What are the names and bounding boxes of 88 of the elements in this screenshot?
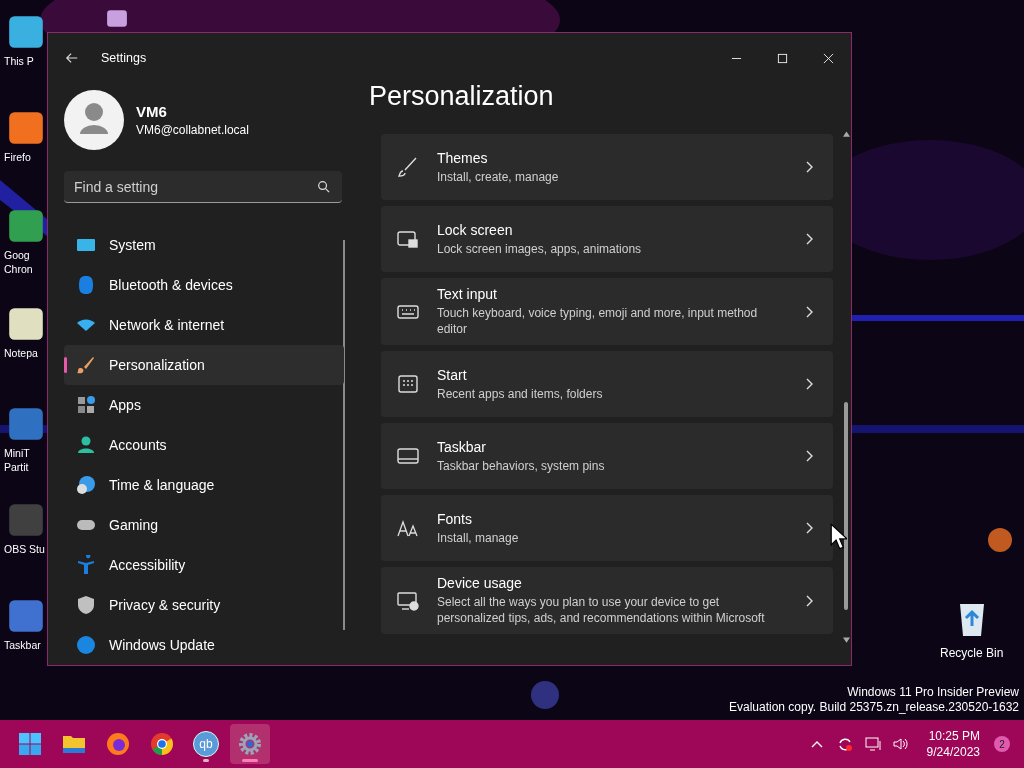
- settings-card[interactable]: Fonts Install, manage: [381, 495, 833, 561]
- card-subtitle: Install, create, manage: [437, 168, 560, 185]
- chevron-right-icon: [805, 594, 813, 607]
- nav-item[interactable]: System: [64, 225, 344, 265]
- card-title: Start: [437, 366, 468, 383]
- nav-icon: [76, 355, 96, 375]
- chevron-right-icon: [805, 450, 813, 462]
- browser-icon: [150, 732, 174, 756]
- nav-icon: [76, 595, 96, 615]
- search-icon[interactable]: [317, 180, 330, 193]
- nav-icon: [76, 635, 96, 655]
- nav-item[interactable]: Network & internet: [64, 305, 344, 345]
- clock-time[interactable]: 10:25 PM: [928, 728, 980, 744]
- windows-logo-icon: [18, 732, 42, 756]
- clock-date[interactable]: 9/24/2023: [926, 744, 980, 760]
- scroll-up-arrow-icon[interactable]: [842, 131, 850, 137]
- settings-card[interactable]: Themes Install, create, manage: [381, 134, 833, 200]
- nav-item[interactable]: Accessibility: [64, 545, 344, 585]
- card-subtitle: Select all the ways you plan to use your device to get personalized tips, ads, and recommendations within Microsoft: [437, 594, 766, 626]
- avatar-icon[interactable]: [64, 90, 124, 150]
- card-icon: [397, 156, 419, 178]
- card-title: Device usage: [437, 575, 523, 591]
- nav-icon: [76, 555, 96, 575]
- chevron-right-icon: [805, 522, 813, 534]
- volume-icon[interactable]: [892, 736, 909, 752]
- icon-label: Notepa: [3, 346, 38, 360]
- chevron-right-icon: [805, 305, 813, 318]
- chevron-right-icon: [805, 161, 813, 173]
- nav-item[interactable]: Apps: [64, 385, 344, 425]
- back-arrow-icon[interactable]: [65, 51, 79, 65]
- nav-item[interactable]: Privacy & security: [64, 585, 344, 625]
- card-title: Text input: [437, 286, 498, 302]
- nav-item[interactable]: Windows Update: [64, 625, 344, 665]
- taskbar-app[interactable]: [230, 724, 270, 764]
- icon-label: OBS Stu: [3, 542, 45, 556]
- card-subtitle: Recent apps and items, folders: [437, 385, 604, 402]
- notification-badge[interactable]: 2: [994, 736, 1010, 752]
- network-icon[interactable]: [864, 736, 881, 752]
- nav-item[interactable]: Gaming: [64, 505, 344, 545]
- card-title: Lock screen: [437, 221, 514, 238]
- nav-icon: [76, 275, 96, 295]
- icon-label: Firefo: [3, 150, 31, 164]
- settings-card[interactable]: Text input Touch keyboard, voice typing, emoji and more, input method editor: [381, 278, 833, 345]
- app-icon: qb: [193, 731, 219, 757]
- icon-label: This P: [3, 54, 34, 68]
- chevron-right-icon: [805, 378, 813, 390]
- icon-label: Taskbar: [3, 638, 41, 652]
- window-title: Settings: [101, 51, 147, 65]
- settings-card[interactable]: Lock screen Lock screen images, apps, animations: [381, 206, 833, 272]
- nav-item[interactable]: Time & language: [64, 465, 344, 505]
- close-icon[interactable]: [823, 52, 834, 64]
- nav-icon: [76, 395, 96, 415]
- gear-icon: [238, 732, 262, 756]
- card-icon: [397, 373, 419, 395]
- chevron-right-icon: [805, 233, 813, 245]
- nav-item[interactable]: Bluetooth & devices: [64, 265, 344, 305]
- scroll-down-arrow-icon[interactable]: [842, 637, 850, 643]
- nav-icon: [76, 435, 96, 455]
- card-title: Taskbar: [437, 438, 488, 455]
- icon-label: Goog: [3, 248, 30, 262]
- icon-label: Recycle Bin: [940, 646, 1004, 660]
- card-subtitle: Install, manage: [437, 529, 520, 546]
- search-field[interactable]: Find a setting: [64, 171, 342, 203]
- user-email: VM6@collabnet.local: [136, 123, 249, 137]
- icon-label: MiniT: [3, 446, 30, 460]
- card-title: Fonts: [437, 510, 473, 527]
- settings-card[interactable]: Start Recent apps and items, folders: [381, 351, 833, 417]
- user-name: VM6: [136, 103, 168, 120]
- page-title: Personalization: [369, 80, 555, 113]
- card-title: Themes: [437, 149, 489, 166]
- nav-item[interactable]: Accounts: [64, 425, 344, 465]
- browser-icon: [106, 732, 130, 756]
- card-subtitle: Taskbar behaviors, system pins: [437, 457, 606, 474]
- icon-label: Partit: [3, 460, 29, 474]
- nav-item[interactable]: Personalization: [64, 345, 344, 385]
- nav-icon: [76, 475, 96, 495]
- watermark-text: Evaluation copy. Build 25375.zn_release.230520-1632: [729, 700, 1019, 715]
- watermark-text: Windows 11 Pro Insider Preview: [847, 685, 1019, 700]
- settings-card[interactable]: Device usage Select all the ways you plan to use your device to get personalized tips, ads, and recommendations within Microsoft: [381, 567, 833, 634]
- card-subtitle: Touch keyboard, voice typing, emoji and more, input method editor: [437, 305, 759, 337]
- settings-card[interactable]: Taskbar Taskbar behaviors, system pins: [381, 423, 833, 489]
- maximize-icon[interactable]: [777, 52, 788, 64]
- icon-label: Chron: [3, 262, 33, 276]
- card-subtitle: Lock screen images, apps, animations: [437, 240, 643, 257]
- card-icon: [397, 589, 419, 612]
- sync-icon[interactable]: [836, 736, 853, 752]
- card-icon: [397, 228, 419, 250]
- card-icon: [397, 445, 419, 467]
